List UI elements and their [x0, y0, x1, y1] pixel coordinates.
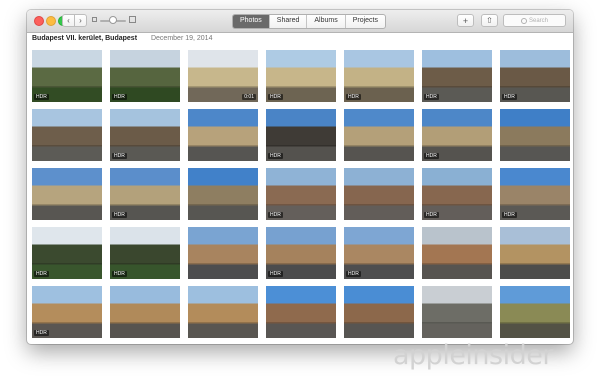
photo-thumbnail[interactable]: HDR: [344, 50, 414, 102]
photo-thumbnail[interactable]: HDR: [110, 227, 180, 279]
photo-thumbnail[interactable]: [422, 286, 492, 338]
minimize-window-button[interactable]: [46, 16, 56, 26]
photos-window: ‹ › Photos Shared Albums Projects + ⇧ Se…: [27, 10, 573, 344]
photo-thumbnail[interactable]: HDR: [110, 50, 180, 102]
hdr-badge: HDR: [112, 94, 127, 100]
forward-button[interactable]: ›: [74, 14, 87, 27]
close-window-button[interactable]: [34, 16, 44, 26]
photo-thumbnail[interactable]: [188, 227, 258, 279]
photo-thumbnail[interactable]: [344, 168, 414, 220]
photo-thumbnail[interactable]: [188, 109, 258, 161]
photo-thumbnail[interactable]: [500, 286, 570, 338]
watermark-logo: appleinsider: [393, 340, 553, 371]
photo-thumbnail[interactable]: [32, 109, 102, 161]
tab-shared[interactable]: Shared: [268, 15, 307, 28]
hdr-badge: HDR: [346, 94, 361, 100]
photo-thumbnail[interactable]: HDR: [422, 168, 492, 220]
tab-projects[interactable]: Projects: [344, 15, 385, 28]
photo-thumbnail[interactable]: HDR: [32, 227, 102, 279]
photo-thumbnail[interactable]: HDR: [266, 227, 336, 279]
video-duration-badge: 0:01: [242, 94, 256, 100]
photo-thumbnail[interactable]: HDR: [500, 50, 570, 102]
tab-photos[interactable]: Photos: [233, 15, 269, 28]
photo-thumbnail[interactable]: HDR: [266, 109, 336, 161]
photo-thumbnail[interactable]: HDR: [422, 109, 492, 161]
hdr-badge: HDR: [502, 212, 517, 218]
photo-thumbnail[interactable]: HDR: [110, 109, 180, 161]
moment-location[interactable]: Budapest VII. kerület, Budapest: [32, 35, 137, 42]
photo-thumbnail[interactable]: [344, 109, 414, 161]
photo-thumbnail[interactable]: HDR: [422, 50, 492, 102]
photo-thumbnail[interactable]: [344, 286, 414, 338]
hdr-badge: HDR: [268, 94, 283, 100]
photo-grid: HDR HDR 0:01 HDR HDR HDR HDR HDR HDR HDR HDR HDR HDR…: [32, 50, 570, 338]
add-button[interactable]: +: [457, 14, 474, 27]
moment-header: Budapest VII. kerület, Budapest December…: [32, 35, 212, 42]
video-thumbnail[interactable]: 0:01: [188, 50, 258, 102]
photo-thumbnail[interactable]: [32, 168, 102, 220]
zoom-out-icon: [92, 17, 97, 22]
photo-thumbnail[interactable]: [422, 227, 492, 279]
photo-thumbnail[interactable]: HDR: [344, 227, 414, 279]
hdr-badge: HDR: [346, 271, 361, 277]
hdr-badge: HDR: [268, 153, 283, 159]
zoom-slider-knob[interactable]: [109, 16, 117, 24]
photo-thumbnail[interactable]: [110, 286, 180, 338]
hdr-badge: HDR: [424, 94, 439, 100]
hdr-badge: HDR: [34, 94, 49, 100]
hdr-badge: HDR: [268, 212, 283, 218]
photo-thumbnail[interactable]: [266, 286, 336, 338]
photo-thumbnail[interactable]: [188, 286, 258, 338]
toolbar: ‹ › Photos Shared Albums Projects + ⇧ Se…: [27, 10, 573, 33]
moment-date: December 19, 2014: [150, 35, 213, 42]
photo-thumbnail[interactable]: [188, 168, 258, 220]
photo-thumbnail[interactable]: HDR: [266, 50, 336, 102]
search-placeholder: Search: [528, 17, 548, 24]
search-icon: [520, 17, 527, 24]
photo-thumbnail[interactable]: HDR: [266, 168, 336, 220]
photo-thumbnail[interactable]: HDR: [110, 168, 180, 220]
photo-thumbnail[interactable]: HDR: [32, 50, 102, 102]
hdr-badge: HDR: [424, 153, 439, 159]
view-tabs: Photos Shared Albums Projects: [232, 14, 387, 29]
zoom-in-icon: [129, 16, 136, 23]
hdr-badge: HDR: [502, 94, 517, 100]
tab-albums[interactable]: Albums: [306, 15, 344, 28]
photo-thumbnail[interactable]: [500, 227, 570, 279]
hdr-badge: HDR: [268, 271, 283, 277]
share-button[interactable]: ⇧: [481, 14, 498, 27]
search-input[interactable]: Search: [503, 14, 566, 27]
hdr-badge: HDR: [424, 212, 439, 218]
photo-thumbnail[interactable]: HDR: [500, 168, 570, 220]
photo-thumbnail[interactable]: [500, 109, 570, 161]
hdr-badge: HDR: [112, 271, 127, 277]
hdr-badge: HDR: [34, 330, 49, 336]
hdr-badge: HDR: [112, 153, 127, 159]
hdr-badge: HDR: [112, 212, 127, 218]
photo-thumbnail[interactable]: HDR: [32, 286, 102, 338]
hdr-badge: HDR: [34, 271, 49, 277]
